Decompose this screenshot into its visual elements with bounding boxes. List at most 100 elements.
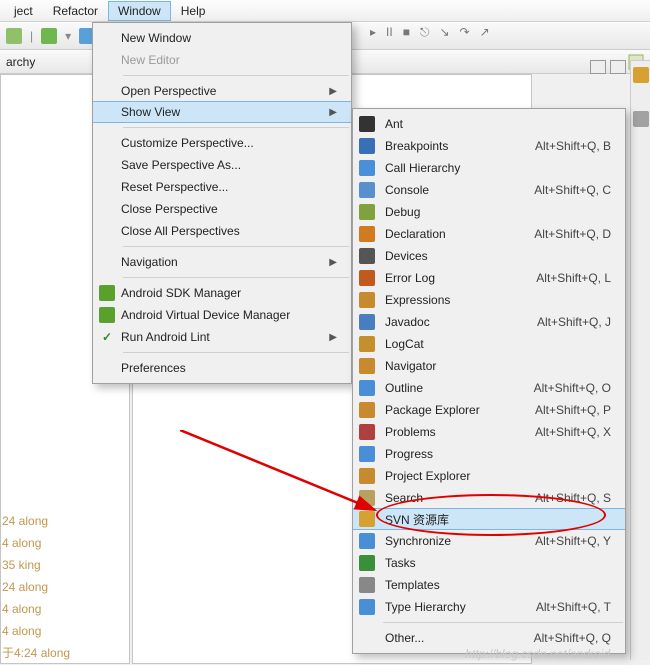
show-view-item[interactable]: Templates [353,574,625,596]
show-view-item[interactable]: Type HierarchyAlt+Shift+Q, T [353,596,625,618]
view-item-icon [353,226,381,242]
new-icon[interactable] [6,28,22,44]
window-menu-item[interactable]: Open Perspective ▶ [93,80,351,102]
show-view-menu: Ant BreakpointsAlt+Shift+Q, BCall Hierarc… [352,108,626,654]
window-menu-item[interactable]: New Window [93,27,351,49]
view-item-icon [353,402,381,418]
view-item-shortcut: Alt+Shift+Q, X [517,425,611,439]
menu-help[interactable]: Help [171,1,216,21]
show-view-item[interactable]: Ant [353,113,625,135]
menu-project[interactable]: ject [4,1,43,21]
window-menu-item[interactable]: Customize Perspective... [93,132,351,154]
menu-item-label: Open Perspective [121,84,216,98]
window-menu-item[interactable]: Close All Perspectives [93,220,351,242]
window-menu-item[interactable]: Preferences [93,357,351,379]
view-item-icon [353,292,381,308]
view-item-shortcut: Alt+Shift+Q, J [519,315,611,329]
show-view-item[interactable]: Error LogAlt+Shift+Q, L [353,267,625,289]
window-menu-item[interactable]: Android SDK Manager [93,282,351,304]
submenu-arrow-icon: ▶ [289,257,337,268]
show-view-item[interactable]: JavadocAlt+Shift+Q, J [353,311,625,333]
minimize-icon[interactable] [590,60,606,74]
menubar: ject Refactor Window Help [0,0,650,22]
window-menu: New Window New Editor Open Perspective ▶ Sho… [92,22,352,384]
show-view-item[interactable]: SVN 资源库 [353,508,625,530]
view-item-label: Project Explorer [381,469,470,483]
show-view-item[interactable]: Tasks [353,552,625,574]
submenu-arrow-icon: ▶ [289,332,337,343]
view-item-label: Debug [381,205,420,219]
menu-item-label: Save Perspective As... [121,158,241,172]
view-item-icon [353,138,381,154]
window-menu-item[interactable]: Navigation▶ [93,251,351,273]
show-view-item[interactable]: Expressions [353,289,625,311]
view-item-label: Tasks [381,556,416,570]
window-menu-item[interactable]: Close Perspective [93,198,351,220]
show-view-item[interactable]: Devices [353,245,625,267]
view-item-icon [353,314,381,330]
log-line: 4 along [2,598,70,620]
submenu-arrow-icon: ▶ [289,86,337,97]
pause-icon[interactable]: II [386,25,393,40]
show-view-item[interactable]: Call Hierarchy [353,157,625,179]
window-menu-item[interactable]: Show View▶ [93,101,351,123]
show-view-item[interactable]: BreakpointsAlt+Shift+Q, B [353,135,625,157]
menu-separator [383,622,623,623]
show-view-other[interactable]: Other...Alt+Shift+Q, Q [353,627,625,649]
view-item-shortcut: Alt+Shift+Q, L [518,271,611,285]
menu-item-label: Preferences [121,361,186,375]
hierarchy-tab-label[interactable]: archy [6,55,35,69]
view-item-shortcut: Alt+Shift+Q, T [518,600,611,614]
menu-item-label: Run Android Lint [121,330,210,344]
view-item-label: Devices [381,249,428,263]
view-item-icon [353,116,381,132]
view-item-label: Console [381,183,429,197]
window-menu-item[interactable]: Reset Perspective... [93,176,351,198]
view-item-icon [353,424,381,440]
show-view-item[interactable]: Navigator [353,355,625,377]
view-item-label: Navigator [381,359,436,373]
show-view-item[interactable]: Debug [353,201,625,223]
menu-item-icon [93,307,121,323]
resume-icon[interactable]: ▸ [370,25,376,40]
menu-item-label: New Editor [121,53,180,67]
view-item-label: Templates [381,578,440,592]
view-item-icon [353,336,381,352]
view-min-max [590,60,626,74]
view-item-label: SVN 资源库 [381,511,449,528]
step-over-icon[interactable]: ↷ [460,25,470,40]
step-return-icon[interactable]: ↗ [480,25,490,40]
window-menu-item[interactable]: Save Perspective As... [93,154,351,176]
show-view-item[interactable]: Project Explorer [353,465,625,487]
view-item-label: Ant [381,117,403,131]
menu-window[interactable]: Window [108,1,171,21]
show-view-item[interactable]: Progress [353,443,625,465]
show-view-item[interactable]: ProblemsAlt+Shift+Q, X [353,421,625,443]
show-view-item[interactable]: ConsoleAlt+Shift+Q, C [353,179,625,201]
view-item-shortcut: Alt+Shift+Q, D [516,227,611,241]
show-view-item[interactable]: LogCat [353,333,625,355]
svn-repos-icon[interactable] [633,67,649,83]
view-item-shortcut: Alt+Shift+Q, Y [517,534,611,548]
window-menu-item[interactable]: Android Virtual Device Manager [93,304,351,326]
view-item-icon [353,599,381,615]
show-view-item[interactable]: Package ExplorerAlt+Shift+Q, P [353,399,625,421]
show-view-item[interactable]: OutlineAlt+Shift+Q, O [353,377,625,399]
view-item-icon [353,182,381,198]
menu-refactor[interactable]: Refactor [43,1,108,21]
disconnect-icon[interactable]: ⎋ [420,25,430,40]
minimized-view-icon[interactable] [633,111,649,127]
show-view-item[interactable]: SearchAlt+Shift+Q, S [353,487,625,509]
view-item-icon [353,446,381,462]
stop-icon[interactable]: ■ [403,25,410,40]
show-view-item[interactable]: DeclarationAlt+Shift+Q, D [353,223,625,245]
step-into-icon[interactable]: ↘ [439,25,449,40]
view-item-shortcut: Alt+Shift+Q, Q [516,631,611,645]
menu-separator [123,75,349,76]
show-view-item[interactable]: SynchronizeAlt+Shift+Q, Y [353,530,625,552]
menu-item-label: Reset Perspective... [121,180,228,194]
view-item-icon [353,490,381,506]
debug-icon[interactable] [41,28,57,44]
window-menu-item[interactable]: ✓Run Android Lint▶ [93,326,351,348]
maximize-icon[interactable] [610,60,626,74]
